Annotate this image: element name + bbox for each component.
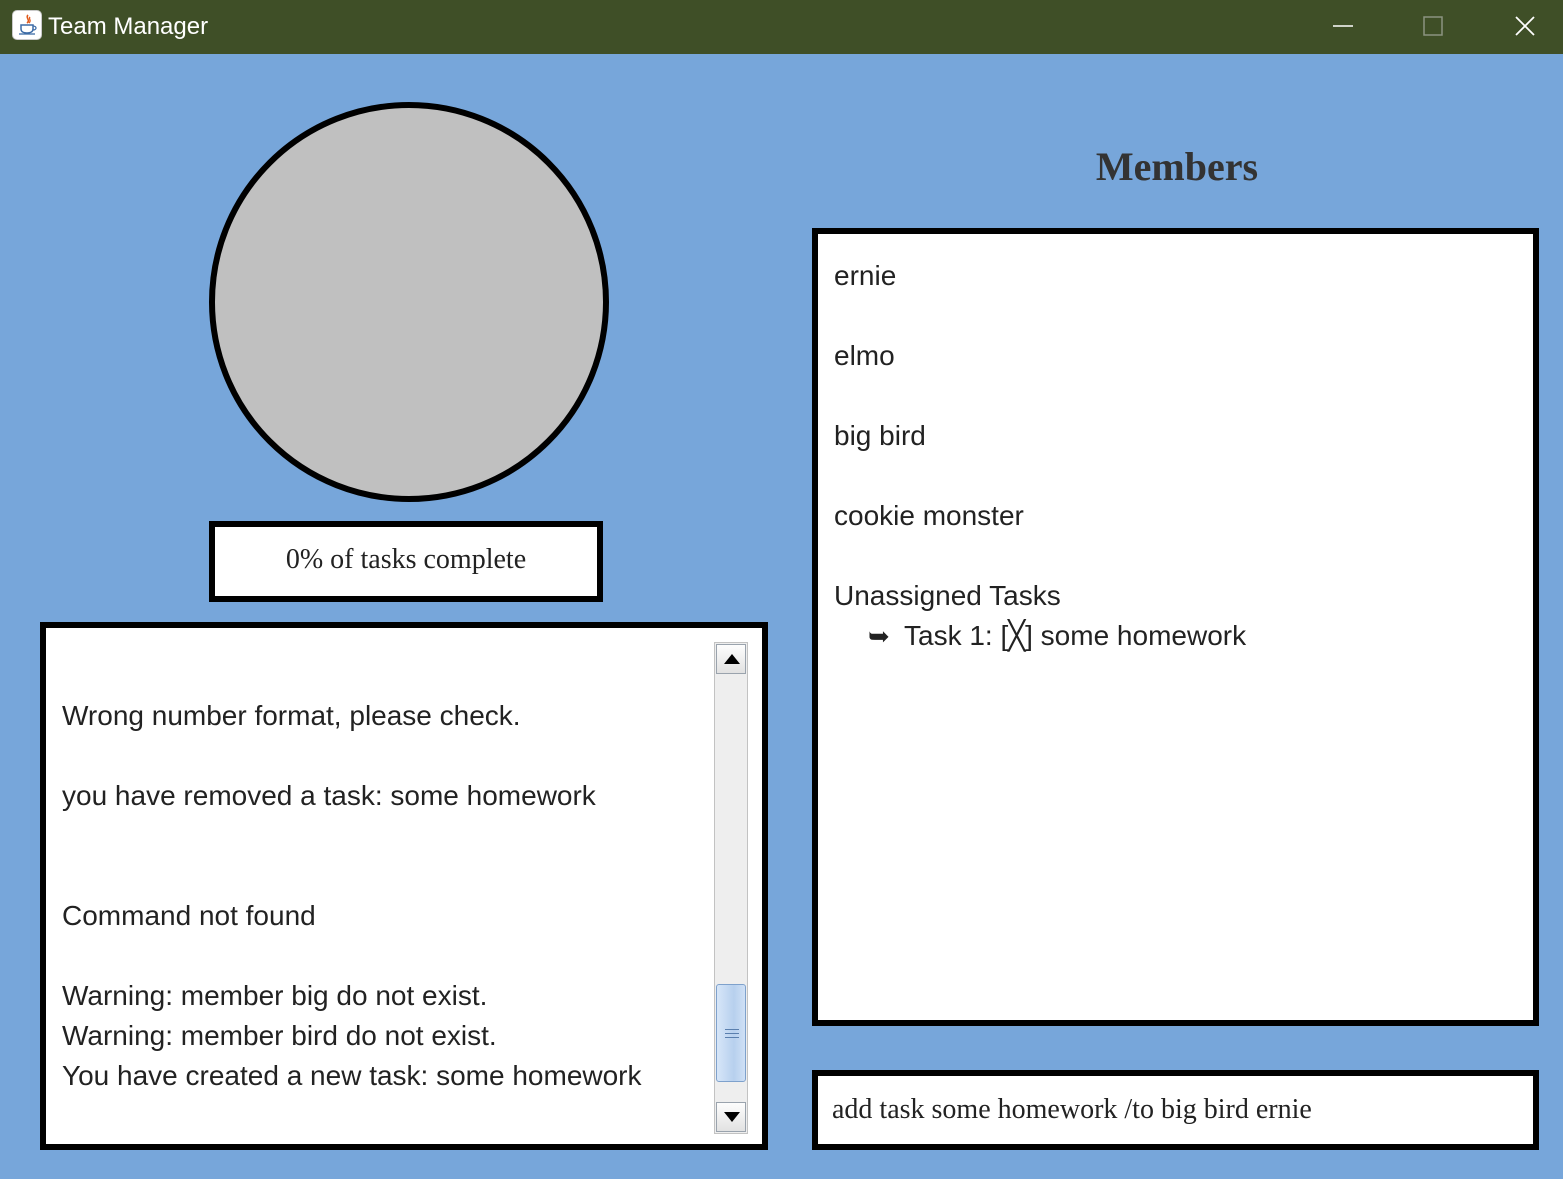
log-scrollbar[interactable]: [714, 642, 748, 1134]
window-title: Team Manager: [48, 13, 209, 40]
grip-line: [725, 1033, 739, 1034]
member-item: big bird: [834, 420, 926, 451]
title-bar[interactable]: Team Manager: [0, 0, 1563, 54]
output-log-text: Wrong number format, please check. you ha…: [62, 656, 702, 1096]
log-line: Warning: member big do not exist.: [62, 980, 488, 1011]
close-icon: [1515, 16, 1535, 36]
scroll-up-button[interactable]: [716, 644, 746, 674]
members-panel: ernie elmo big bird cookie monster Unass…: [812, 228, 1539, 1026]
unassigned-tasks-heading: Unassigned Tasks: [834, 580, 1061, 611]
progress-circle: [209, 102, 609, 502]
scroll-thumb[interactable]: [716, 984, 746, 1082]
grip-line: [725, 1037, 739, 1038]
maximize-icon: [1423, 16, 1443, 36]
log-line: You have created a new task: some homewo…: [62, 1060, 642, 1091]
log-line: Warning: member bird do not exist.: [62, 1020, 497, 1051]
arrow-right-icon: ➥: [868, 621, 890, 651]
java-cup-icon: [12, 10, 42, 40]
members-list: ernie elmo big bird cookie monster Unass…: [834, 256, 1246, 656]
arrow-down-icon: [724, 1112, 740, 1122]
member-item: cookie monster: [834, 500, 1024, 531]
minimize-button[interactable]: [1296, 0, 1388, 54]
output-log-panel[interactable]: Wrong number format, please check. you ha…: [40, 622, 768, 1150]
task-item: ➥ Task 1: [╳] some homework: [834, 616, 1246, 656]
log-line: Command not found: [62, 900, 316, 931]
arrow-up-icon: [724, 654, 740, 664]
scroll-down-button[interactable]: [716, 1102, 746, 1132]
progress-label: 0% of tasks complete: [209, 521, 603, 602]
grip-line: [725, 1029, 739, 1030]
log-line: you have removed a task: some homework: [62, 780, 596, 811]
member-item: elmo: [834, 340, 895, 371]
app-window: Team Manager 0% of tasks complete Wrong …: [0, 0, 1563, 1179]
maximize-button[interactable]: [1386, 0, 1478, 54]
member-item: ernie: [834, 260, 897, 291]
command-input[interactable]: [818, 1076, 1533, 1144]
command-input-box[interactable]: [812, 1070, 1539, 1150]
minimize-icon: [1333, 25, 1353, 27]
close-button[interactable]: [1478, 0, 1563, 54]
task-text: Task 1: [╳] some homework: [904, 620, 1247, 651]
members-heading: Members: [1095, 144, 1259, 189]
log-line: Wrong number format, please check.: [62, 700, 521, 731]
